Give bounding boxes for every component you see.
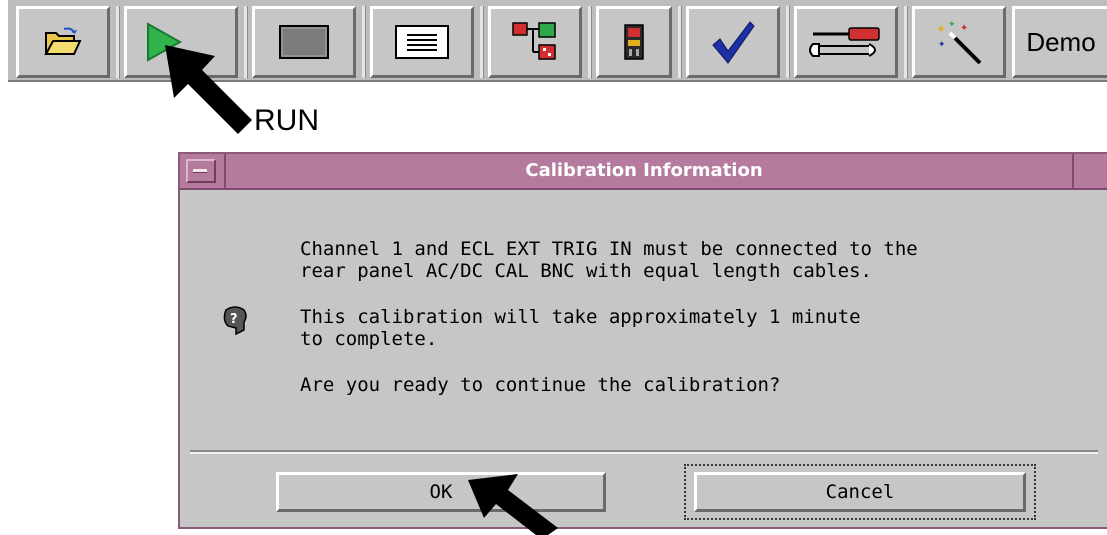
module-button[interactable] <box>596 6 672 78</box>
open-folder-icon <box>44 27 82 55</box>
dialog-title: Calibration Information <box>525 160 763 181</box>
dialog-divider <box>190 450 1098 454</box>
message-line-2: rear panel AC/DC CAL BNC with equal leng… <box>300 260 872 282</box>
wizard-button[interactable]: ✦ ✦ ✦ ✦ <box>912 6 1006 78</box>
tools-button[interactable] <box>794 6 898 78</box>
demo-label: Demo <box>1026 26 1096 57</box>
open-folder-button[interactable] <box>16 6 110 78</box>
demo-button[interactable]: Demo <box>1012 6 1107 78</box>
checkmark-icon <box>712 21 755 64</box>
magic-wand-icon: ✦ ✦ ✦ ✦ <box>936 20 982 65</box>
dialog-titlebar[interactable]: Calibration Information <box>180 154 1107 190</box>
message-line-1: Channel 1 and ECL EXT TRIG IN must be co… <box>300 238 918 260</box>
message-line-4: to complete. <box>300 328 438 350</box>
listing-button[interactable] <box>370 6 474 78</box>
message-line-5: Are you ready to continue the calibratio… <box>300 374 781 396</box>
message-line-3: This calibration will take approximately… <box>300 306 861 328</box>
toolbar-separator <box>678 6 682 78</box>
calibration-dialog: Calibration Information Channel 1 and EC… <box>178 152 1107 529</box>
toolbar-separator <box>786 6 790 78</box>
wrench-screwdriver-icon <box>809 27 880 57</box>
pointer-arrow-icon <box>165 45 252 134</box>
pointer-arrow-icon <box>468 474 558 535</box>
question-icon: ? <box>223 306 247 336</box>
svg-text:✦: ✦ <box>960 23 968 34</box>
toolbar-separator <box>480 6 484 78</box>
svg-text:✦: ✦ <box>948 20 956 30</box>
toolbar-separator <box>116 6 120 78</box>
system-config-button[interactable] <box>488 6 582 78</box>
config-tree-icon <box>512 22 556 60</box>
module-icon <box>624 24 644 60</box>
check-button[interactable] <box>686 6 780 78</box>
cancel-button[interactable]: Cancel <box>694 472 1026 512</box>
stop-icon <box>279 25 329 59</box>
run-annotation-label: RUN <box>254 104 319 137</box>
svg-text:?: ? <box>230 312 238 327</box>
toolbar-separator <box>362 6 366 78</box>
listing-icon <box>395 25 449 59</box>
toolbar-separator <box>588 6 592 78</box>
toolbar-separator <box>904 6 908 78</box>
svg-text:✦: ✦ <box>938 40 946 50</box>
stop-button[interactable] <box>252 6 356 78</box>
svg-text:✦: ✦ <box>936 22 946 36</box>
